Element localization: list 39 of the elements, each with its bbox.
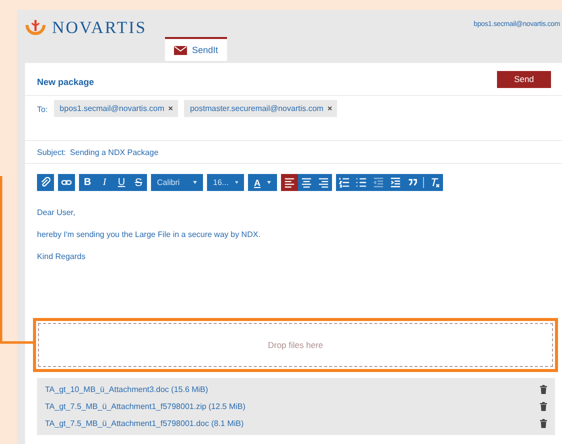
link-icon bbox=[61, 177, 72, 188]
subject-label: Subject: bbox=[37, 148, 66, 156]
indent-icon bbox=[390, 177, 401, 188]
attachment-name[interactable]: TA_gt_10_MB_ü_Attachment3.doc (15.6 MiB) bbox=[45, 385, 208, 394]
numbered-list-icon bbox=[339, 177, 350, 188]
recipient-address: bpos1.secmail@novartis.com bbox=[60, 104, 164, 113]
remove-recipient-button[interactable]: × bbox=[327, 104, 332, 113]
paperclip-icon bbox=[40, 177, 51, 188]
caret-icon bbox=[234, 181, 238, 184]
sendit-tab[interactable]: SendIt bbox=[165, 37, 227, 61]
trash-icon[interactable] bbox=[540, 385, 547, 394]
envelope-icon bbox=[174, 46, 187, 54]
message-line: hereby I'm sending you the Large File in a secure way by NDX. bbox=[37, 230, 262, 239]
attachment-name[interactable]: TA_gt_7.5_MB_ü_Attachment1_f5798001.doc (8.1 MiB) bbox=[45, 419, 244, 428]
quote-icon bbox=[407, 177, 418, 188]
align-center-icon bbox=[301, 177, 312, 188]
to-label: To: bbox=[37, 104, 48, 114]
drop-zone[interactable]: Drop files here bbox=[38, 323, 553, 367]
message-body[interactable]: Dear User, hereby I'm sending you the Large File in a secure way by NDX. Kind Regards bbox=[25, 191, 562, 261]
recipient-address: postmaster.securemail@novartis.com bbox=[190, 104, 324, 113]
caret-icon bbox=[193, 181, 197, 184]
align-left-icon bbox=[284, 177, 295, 188]
trash-icon[interactable] bbox=[540, 402, 547, 411]
bullet-list-icon bbox=[356, 177, 367, 188]
send-button[interactable]: Send bbox=[497, 70, 551, 88]
logo-icon bbox=[25, 19, 46, 37]
logo-text: NOVARTIS bbox=[52, 18, 147, 38]
outdent-icon bbox=[373, 177, 384, 188]
trash-icon[interactable] bbox=[540, 419, 547, 428]
form-title: New package bbox=[37, 76, 94, 87]
remove-recipient-button[interactable]: × bbox=[168, 104, 173, 113]
message-line: Dear User, bbox=[37, 208, 76, 217]
attachment-name[interactable]: TA_gt_7.5_MB_ü_Attachment1_f5798001.zip (12.5 MiB) bbox=[45, 402, 246, 411]
align-right-icon bbox=[318, 177, 329, 188]
clear-format-icon bbox=[429, 177, 440, 188]
align-left-button[interactable] bbox=[281, 174, 298, 191]
caret-icon bbox=[267, 181, 271, 184]
subject-field[interactable]: Sending a NDX Package bbox=[70, 148, 158, 156]
message-line: Kind Regards bbox=[37, 252, 86, 261]
